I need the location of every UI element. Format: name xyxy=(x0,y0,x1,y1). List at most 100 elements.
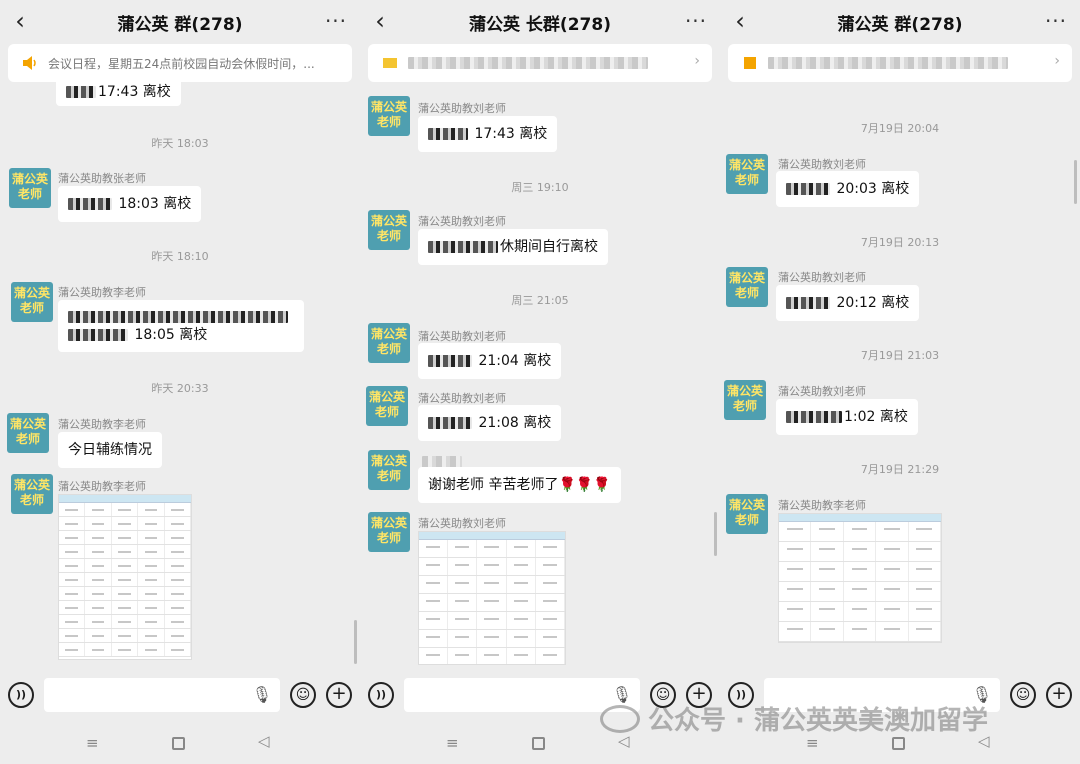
image-message-table[interactable] xyxy=(58,494,192,660)
avatar-label: 老师 xyxy=(376,342,401,356)
chat-screen-2: ‹ 蒲公英 长群(278) ··· › 蒲公英 老师 蒲公英助教刘老师 17:43… xyxy=(360,0,720,764)
avatar[interactable]: 蒲公英 老师 xyxy=(366,386,408,426)
mic-icon[interactable]: 🎙 xyxy=(252,685,272,704)
scrollbar[interactable] xyxy=(1074,160,1077,204)
back-triangle-icon[interactable]: ◁ xyxy=(258,732,270,750)
message-bubble[interactable]: 17:43 离校 xyxy=(418,116,558,152)
message-bubble[interactable]: 18:03 离校 xyxy=(58,186,202,222)
message-text: 20:03 离校 xyxy=(836,181,910,197)
sender-name: 蒲公英助教李老师 xyxy=(778,499,866,512)
avatar[interactable]: 蒲公英 老师 xyxy=(368,450,410,490)
avatar-label: 老师 xyxy=(734,286,759,300)
message-bubble[interactable]: 20:03 离校 xyxy=(776,171,920,207)
home-icon[interactable] xyxy=(532,737,545,750)
chevron-left-icon[interactable]: ‹ xyxy=(368,6,392,36)
speaker-icon xyxy=(23,56,36,70)
chevron-right-icon[interactable]: › xyxy=(1054,53,1060,69)
avatar[interactable]: 蒲公英 老师 xyxy=(7,413,49,453)
avatar-label: 蒲公英 xyxy=(370,516,407,530)
image-message-table[interactable] xyxy=(778,513,942,643)
avatar[interactable]: 蒲公英 老师 xyxy=(726,267,768,307)
sender-name: 蒲公英助教刘老师 xyxy=(778,385,866,398)
timestamp: 7月19日 20:13 xyxy=(860,236,940,249)
sender-name: 蒲公英助教李老师 xyxy=(58,480,146,493)
timestamp: 昨天 20:33 xyxy=(151,382,209,395)
message-bubble[interactable]: 21:04 离校 xyxy=(418,343,562,379)
sender-name: 蒲公英助教刘老师 xyxy=(778,271,866,284)
sender-name: 蒲公英助教刘老师 xyxy=(418,330,506,343)
emoji-icon[interactable]: ☺ xyxy=(1010,682,1036,708)
avatar-label: 老师 xyxy=(732,399,757,413)
avatar-label: 老师 xyxy=(15,432,40,446)
message-input[interactable]: 🎙 xyxy=(44,678,280,712)
voice-icon[interactable]: )) xyxy=(8,682,34,708)
avatar-label: 蒲公英 xyxy=(370,327,407,341)
chevron-left-icon[interactable]: ‹ xyxy=(8,6,32,36)
timestamp: 7月19日 21:29 xyxy=(860,463,940,476)
avatar[interactable]: 蒲公英 老师 xyxy=(368,512,410,552)
message-bubble[interactable]: 21:08 离校 xyxy=(418,405,562,441)
avatar-label: 老师 xyxy=(374,405,399,419)
sender-name: 蒲公英助教刘老师 xyxy=(418,517,506,530)
more-dots-icon[interactable]: ··· xyxy=(322,6,350,36)
avatar-label: 老师 xyxy=(376,115,401,129)
message-bubble[interactable]: 今日辅练情况 xyxy=(58,432,162,468)
message-text: 17:43 离校 xyxy=(98,84,171,100)
message-bubble[interactable]: 20:12 离校 xyxy=(776,285,920,321)
avatar[interactable]: 蒲公英 老师 xyxy=(726,494,768,534)
home-icon[interactable] xyxy=(172,737,185,750)
chevron-left-icon[interactable]: ‹ xyxy=(728,6,752,36)
avatar[interactable]: 蒲公英 老师 xyxy=(11,282,53,322)
scrollbar[interactable] xyxy=(714,512,717,556)
message-bubble[interactable]: 17:43 离校 xyxy=(56,78,181,106)
avatar[interactable]: 蒲公英 老师 xyxy=(724,380,766,420)
chat-title: 蒲公英 群(278) xyxy=(117,15,243,35)
avatar[interactable]: 蒲公英 老师 xyxy=(726,154,768,194)
voice-icon[interactable]: )) xyxy=(368,682,394,708)
plus-icon[interactable]: + xyxy=(1046,682,1072,708)
emoji-icon[interactable]: ☺ xyxy=(290,682,316,708)
more-dots-icon[interactable]: ··· xyxy=(1042,6,1070,36)
image-message-table[interactable] xyxy=(418,531,566,665)
message-text: 21:04 离校 xyxy=(478,353,552,369)
message-text: 20:12 离校 xyxy=(836,295,910,311)
group-notice[interactable]: 会议日程，星期五24点前校园自动会休假时间，... xyxy=(8,44,352,82)
message-bubble[interactable]: 1:02 离校 xyxy=(776,399,918,435)
message-bubble[interactable]: 休期间自行离校 xyxy=(418,229,608,265)
chat-screen-1: ‹ 蒲公英 群(278) ··· 会议日程，星期五24点前校园自动会休假时间，.… xyxy=(0,0,360,764)
group-notice[interactable]: › xyxy=(728,44,1072,82)
group-notice[interactable]: › xyxy=(368,44,712,82)
avatar[interactable]: 蒲公英 老师 xyxy=(368,323,410,363)
sender-name: 蒲公英助教刘老师 xyxy=(418,392,506,405)
message-bubble[interactable]: 谢谢老师 辛苦老师了🌹🌹🌹 xyxy=(418,467,621,503)
avatar-label: 老师 xyxy=(376,469,401,483)
menu-icon[interactable]: ≡ xyxy=(446,734,459,752)
avatar-label: 老师 xyxy=(19,301,44,315)
avatar[interactable]: 蒲公英 老师 xyxy=(9,168,51,208)
avatar-label: 蒲公英 xyxy=(13,478,50,492)
avatar[interactable]: 蒲公英 老师 xyxy=(11,474,53,514)
chevron-right-icon[interactable]: › xyxy=(694,53,700,69)
message-text: 1:02 离校 xyxy=(844,409,908,425)
avatar-label: 蒲公英 xyxy=(370,214,407,228)
speaker-icon xyxy=(744,57,756,69)
chat-screen-3: ‹ 蒲公英 群(278) ··· › 7月19日 20:04 蒲公英 老师 蒲公英… xyxy=(720,0,1080,764)
avatar[interactable]: 蒲公英 老师 xyxy=(368,96,410,136)
avatar-label: 蒲公英 xyxy=(728,271,765,285)
chat-header: ‹ 蒲公英 长群(278) ··· xyxy=(360,0,720,44)
chat-header: ‹ 蒲公英 群(278) ··· xyxy=(720,0,1080,44)
scrollbar[interactable] xyxy=(354,620,357,664)
watermark-text: 公众号 · 蒲公英英美澳加留学 xyxy=(648,706,988,736)
notice-text xyxy=(768,55,1046,69)
avatar[interactable]: 蒲公英 老师 xyxy=(368,210,410,250)
more-dots-icon[interactable]: ··· xyxy=(682,6,710,36)
timestamp: 7月19日 20:04 xyxy=(860,122,940,135)
chat-title: 蒲公英 长群(278) xyxy=(469,15,611,35)
plus-icon[interactable]: + xyxy=(326,682,352,708)
avatar-label: 老师 xyxy=(376,229,401,243)
avatar-label: 老师 xyxy=(376,531,401,545)
input-bar: )) 🎙 ☺ + xyxy=(0,672,360,720)
message-bubble[interactable]: 18:05 离校 xyxy=(58,300,304,352)
avatar-label: 蒲公英 xyxy=(9,417,46,431)
menu-icon[interactable]: ≡ xyxy=(86,734,99,752)
